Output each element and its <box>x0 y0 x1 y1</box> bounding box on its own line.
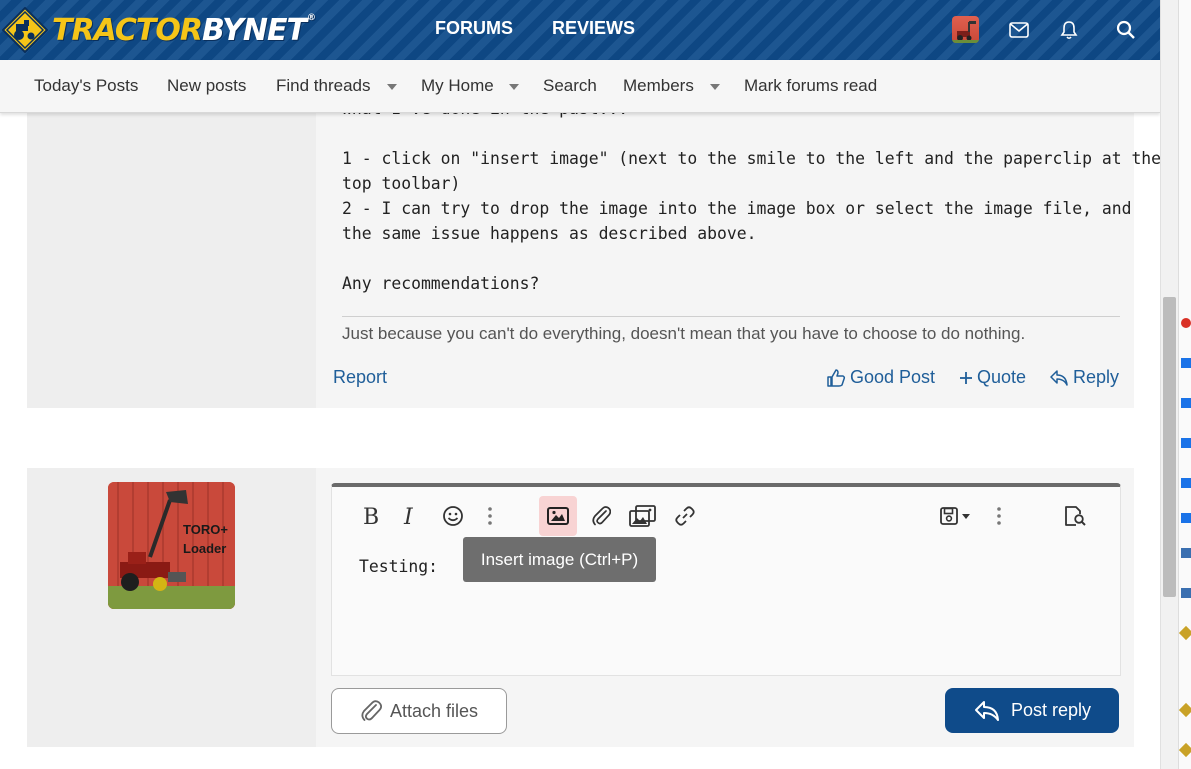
preview-button[interactable] <box>1056 496 1094 536</box>
site-logo-text: TRACTORBYNET® <box>52 12 316 48</box>
quote-label: Quote <box>977 367 1027 387</box>
good-post-label: Good Post <box>850 367 936 387</box>
subnav-my-home[interactable]: My Home <box>421 76 494 96</box>
page: TRACTORBYNET® FORUMS REVIEWS Today's Pos… <box>0 0 1160 769</box>
bookmark-icon <box>1181 513 1191 523</box>
site-logo[interactable]: TRACTORBYNET® <box>1 4 316 56</box>
attach-files-label: Attach files <box>389 700 479 721</box>
reply-label: Reply <box>1073 367 1120 387</box>
subnav-todays-posts[interactable]: Today's Posts <box>34 76 138 96</box>
attach-files-button[interactable]: Attach files <box>331 688 507 734</box>
paperclip-icon <box>361 700 382 721</box>
bookmark-icon <box>1181 588 1191 598</box>
subnav-find-threads[interactable]: Find threads <box>276 76 371 96</box>
chevron-down-icon[interactable] <box>387 84 397 90</box>
subnav-members[interactable]: Members <box>623 76 694 96</box>
italic-button[interactable]: I <box>391 496 429 536</box>
insert-link-button[interactable] <box>666 496 704 536</box>
nav-forums[interactable]: FORUMS <box>435 18 513 39</box>
bold-button[interactable]: B <box>351 496 389 536</box>
save-draft-button[interactable] <box>935 496 977 536</box>
search-icon[interactable] <box>1114 18 1138 42</box>
adjacent-window-edge <box>1178 0 1191 769</box>
nav-reviews[interactable]: REVIEWS <box>552 18 635 39</box>
bookmark-icon <box>1179 625 1191 641</box>
reply-button[interactable]: Reply <box>1049 367 1119 388</box>
chevron-down-icon[interactable] <box>710 84 720 90</box>
post-reply-button[interactable]: Post reply <box>945 688 1119 733</box>
report-link[interactable]: Report <box>333 367 387 388</box>
post-reply-label: Post reply <box>1010 700 1092 720</box>
subnav-search[interactable]: Search <box>543 76 597 96</box>
preview-icon <box>1065 506 1086 526</box>
svg-text:I: I <box>403 505 414 527</box>
bookmark-icon <box>1181 548 1191 558</box>
bell-icon[interactable] <box>1057 18 1081 42</box>
user-avatar[interactable] <box>952 16 979 43</box>
envelope-icon[interactable] <box>1007 18 1031 42</box>
plus-icon <box>960 371 972 384</box>
image-icon <box>547 507 569 525</box>
editor-content[interactable]: Testing: <box>359 557 438 576</box>
post-text-line: 2 - I can try to drop the image into the… <box>342 199 1132 218</box>
reply-arrow-icon <box>1050 369 1068 386</box>
bookmark-icon <box>1181 478 1191 488</box>
post-text-line: the same issue happens as described abov… <box>342 224 757 243</box>
italic-icon: I <box>403 505 414 527</box>
more-options-button[interactable] <box>471 496 509 536</box>
post-text-line: Any recommendations? <box>342 274 540 293</box>
subnav-new-posts[interactable]: New posts <box>167 76 246 96</box>
bookmark-icon <box>1181 398 1191 408</box>
reply-arrow-icon <box>974 700 999 721</box>
media-icon <box>629 505 656 527</box>
browser-app-icon <box>1181 318 1191 328</box>
tractor-logo-icon <box>1 6 49 54</box>
signature-divider <box>342 316 1120 317</box>
avatar-caption: Loader <box>183 541 227 556</box>
scrollbar-thumb[interactable] <box>1163 297 1176 597</box>
post-text-line: 1 - click on "insert image" (next to the… <box>342 149 1160 168</box>
post-author-panel <box>27 112 316 408</box>
save-draft-icon <box>940 507 970 525</box>
bookmark-icon <box>1179 702 1191 718</box>
bookmark-icon <box>1181 358 1191 368</box>
insert-image-button[interactable] <box>539 496 577 536</box>
subnav-mark-forums-read[interactable]: Mark forums read <box>744 76 877 96</box>
bold-icon: B <box>363 505 379 527</box>
paperclip-icon <box>592 506 611 526</box>
more-options-button[interactable] <box>980 496 1018 536</box>
bookmark-icon <box>1181 438 1191 448</box>
quote-button[interactable]: Quote <box>959 367 1026 388</box>
insert-media-button[interactable] <box>624 496 662 536</box>
site-header: TRACTORBYNET® FORUMS REVIEWS <box>0 0 1160 60</box>
svg-text:B: B <box>363 505 379 527</box>
post-signature: Just because you can't do everything, do… <box>342 324 1026 343</box>
sub-nav: Today's Posts New posts Find threads My … <box>0 60 1160 113</box>
link-icon <box>675 506 695 526</box>
attach-button[interactable] <box>582 496 620 536</box>
more-icon <box>997 507 1001 525</box>
reply-user-avatar[interactable]: TORO+ Loader <box>108 482 235 609</box>
header-icons <box>952 16 1138 43</box>
insert-image-tooltip: Insert image (Ctrl+P) <box>463 537 656 582</box>
smile-icon <box>443 506 463 526</box>
main-nav: FORUMS REVIEWS <box>435 18 635 39</box>
bookmark-icon <box>1179 742 1191 758</box>
thumbs-up-icon <box>827 368 846 387</box>
good-post-button[interactable]: Good Post <box>826 367 935 388</box>
post-text-line: top toolbar) <box>342 174 461 193</box>
more-icon <box>488 507 492 525</box>
avatar-caption: TORO+ <box>183 522 228 537</box>
smilie-button[interactable] <box>434 496 472 536</box>
chevron-down-icon[interactable] <box>509 84 519 90</box>
